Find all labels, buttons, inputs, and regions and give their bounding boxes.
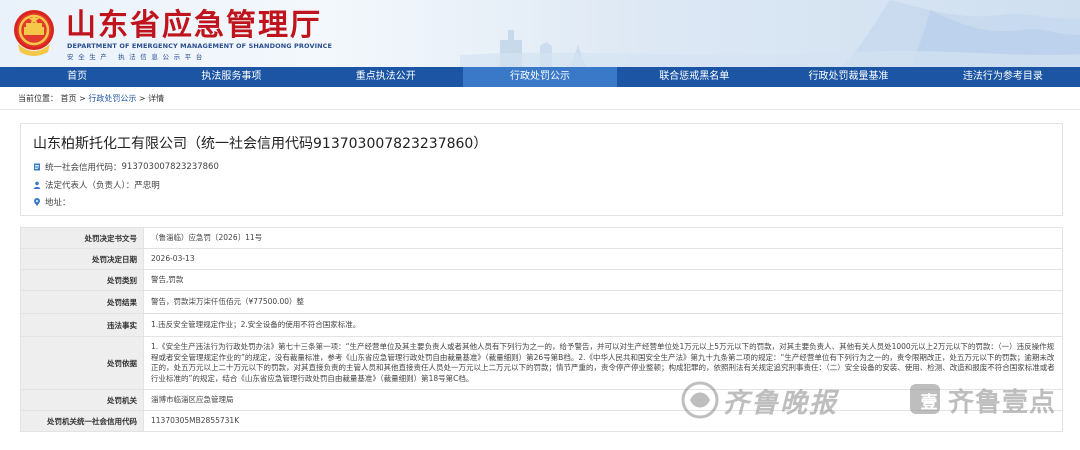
row-label: 处罚决定书文号 (20, 227, 144, 249)
row-label: 处罚类别 (20, 269, 144, 291)
row-label: 处罚依据 (20, 336, 144, 390)
main-nav: 首页 执法服务事项 重点执法公开 行政处罚公示 联合惩戒黑名单 行政处罚裁量基准… (0, 67, 1080, 87)
table-row: 处罚决定日期 2026-03-13 (20, 248, 1063, 270)
table-row: 处罚类别 警告,罚款 (20, 269, 1063, 291)
nav-item-penalty-disclosure[interactable]: 行政处罚公示 (462, 67, 618, 87)
header-decoration (460, 0, 1080, 67)
row-label: 处罚决定日期 (20, 248, 144, 270)
credit-code-row: 统一社会信用代码： 913703007823237860 (33, 161, 219, 173)
company-card: 山东柏斯托化工有限公司（统一社会信用代码913703007823237860） … (20, 123, 1063, 216)
document-icon (34, 163, 40, 171)
site-title-en: DEPARTMENT OF EMERGENCY MANAGEMENT OF SH… (67, 42, 333, 50)
qilu-logo-icon (681, 381, 719, 419)
breadcrumb: 当前位置： 首页 > 行政处罚公示 > 详情 (18, 93, 164, 104)
breadcrumb-divider (0, 109, 1080, 110)
nav-item-violation-catalog[interactable]: 违法行为参考目录 (926, 67, 1080, 87)
legal-rep-row: 法定代表人（负责人）： 严忠明 (33, 179, 160, 191)
breadcrumb-separator: > (138, 94, 146, 103)
nav-item-home[interactable]: 首页 (0, 67, 154, 87)
breadcrumb-section[interactable]: 行政处罚公示 (88, 94, 136, 103)
nav-item-blacklist[interactable]: 联合惩戒黑名单 (617, 67, 771, 87)
site-slogan: 安全生产 执法信息公示平台 (67, 53, 207, 61)
legal-rep-value: 严忠明 (134, 181, 160, 191)
row-label: 处罚机关 (20, 389, 144, 411)
national-emblem-icon (14, 10, 54, 56)
location-pin-icon (34, 198, 40, 206)
table-row: 违法事实 1.违反安全管理规定作业；2.安全设备的使用不符合国家标准。 (20, 313, 1063, 337)
breadcrumb-home[interactable]: 首页 (61, 94, 77, 103)
nav-item-enforcement-services[interactable]: 执法服务事项 (154, 67, 308, 87)
person-icon (33, 181, 41, 189)
company-title: 山东柏斯托化工有限公司（统一社会信用代码913703007823237860） (33, 136, 488, 152)
table-row: 处罚决定书文号 （鲁淄临）应急罚〔2026〕11号 (20, 227, 1063, 249)
nav-item-key-enforcement[interactable]: 重点执法公开 (309, 67, 463, 87)
credit-code-value: 913703007823237860 (121, 162, 219, 172)
legal-rep-label: 法定代表人（负责人）： (45, 181, 135, 191)
breadcrumb-current: 详情 (148, 94, 165, 103)
nav-item-penalty-standards[interactable]: 行政处罚裁量基准 (771, 67, 925, 87)
watermark-qilu-yidian: 齐鲁壹点 (948, 388, 1057, 418)
site-title: 山东省应急管理厅 (66, 8, 322, 43)
row-label: 处罚结果 (20, 290, 144, 314)
watermark-badge-text: 壹 (920, 393, 938, 413)
watermark-qilu-evening-news: 齐鲁晚报 (722, 388, 838, 419)
breadcrumb-prefix: 当前位置： (18, 94, 58, 103)
row-value: 2026-03-13 (143, 248, 1063, 270)
address-label: 地址： (45, 198, 71, 208)
credit-code-label: 统一社会信用代码： (45, 163, 122, 173)
row-value: （鲁淄临）应急罚〔2026〕11号 (143, 227, 1063, 249)
row-label: 处罚机关统一社会信用代码 (20, 410, 144, 432)
breadcrumb-separator: > (79, 94, 86, 103)
row-value: 1.违反安全管理规定作业；2.安全设备的使用不符合国家标准。 (143, 313, 1063, 337)
site-header: 山东省应急管理厅 DEPARTMENT OF EMERGENCY MANAGEM… (0, 0, 1080, 67)
row-value: 警告,罚款 (143, 269, 1063, 291)
row-label: 违法事实 (20, 313, 144, 337)
row-value: 警告，罚款柒万柒仟伍佰元（¥77500.00）整 (143, 290, 1063, 314)
address-row: 地址： (33, 196, 71, 208)
table-row: 处罚结果 警告，罚款柒万柒仟伍佰元（¥77500.00）整 (20, 290, 1063, 314)
